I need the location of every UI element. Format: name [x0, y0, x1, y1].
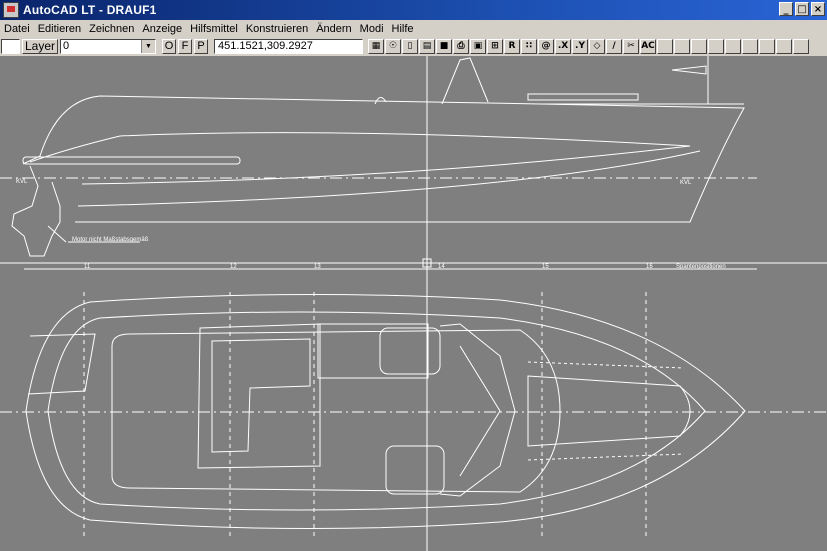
- plan-windshield: [439, 323, 516, 497]
- snap-icon[interactable]: ☉: [385, 39, 401, 54]
- empty-toolbar-slot[interactable]: [691, 39, 707, 54]
- side-flag: [671, 65, 707, 75]
- title-bar: AutoCAD LT - DRAUF1 _ □ ×: [0, 0, 827, 20]
- kvl-label-right: KVL: [680, 180, 692, 186]
- paper-button[interactable]: P: [194, 39, 208, 54]
- regen-icon[interactable]: R: [504, 39, 520, 54]
- station-label-13: 13: [314, 264, 321, 270]
- zoom-icon[interactable]: ⊞: [487, 39, 503, 54]
- open-file-icon[interactable]: ▤: [419, 39, 435, 54]
- menu-anzeige[interactable]: Anzeige: [138, 23, 186, 35]
- side-railing: [527, 93, 639, 101]
- object-properties-toolbar: Layer 0 ▼ O F P 451.1521,309.2927 ▦ ☉ ▯ ▤ ■ ⎙…: [0, 37, 827, 57]
- x-filter-icon[interactable]: .X: [555, 39, 571, 54]
- window-title: AutoCAD LT - DRAUF1: [23, 3, 157, 17]
- menu-datei[interactable]: Datei: [0, 23, 34, 35]
- plan-seat-upper: [379, 327, 441, 375]
- station-label-15: 15: [542, 264, 549, 270]
- new-file-icon[interactable]: ▯: [402, 39, 418, 54]
- edit-icon[interactable]: ∕: [606, 39, 622, 54]
- menu-hilfe[interactable]: Hilfe: [388, 23, 418, 35]
- menu-konstruieren[interactable]: Konstruieren: [242, 23, 312, 35]
- plan-foredeck-planking: [527, 375, 691, 447]
- plan-cockpit-outline: [111, 329, 561, 493]
- empty-toolbar-slot[interactable]: [674, 39, 690, 54]
- chevron-down-icon[interactable]: ▼: [141, 40, 155, 53]
- station-title: Spantenpositionen: [676, 264, 726, 270]
- menu-hilfsmittel[interactable]: Hilfsmittel: [186, 23, 242, 35]
- station-label-12: 12: [230, 264, 237, 270]
- maximize-button[interactable]: □: [795, 2, 809, 16]
- empty-toolbar-slot[interactable]: [725, 39, 741, 54]
- print-icon[interactable]: ⎙: [453, 39, 469, 54]
- color-swatch[interactable]: [1, 39, 20, 54]
- plan-swim-platform: [27, 333, 96, 395]
- plan-hull-outline: [25, 293, 746, 530]
- menu-editieren[interactable]: Editieren: [34, 23, 85, 35]
- drawing-area[interactable]: KVL KVL Motor nicht Maßstabsgemäß 11 12 …: [0, 56, 827, 551]
- fill-button[interactable]: F: [178, 39, 192, 54]
- point-icon[interactable]: @: [538, 39, 554, 54]
- menu-zeichnen[interactable]: Zeichnen: [85, 23, 138, 35]
- ortho-button[interactable]: O: [162, 39, 176, 54]
- window-controls: _ □ ×: [779, 2, 825, 16]
- y-filter-icon[interactable]: .Y: [572, 39, 588, 54]
- empty-toolbar-slot[interactable]: [708, 39, 724, 54]
- coordinate-display: 451.1521,309.2927: [214, 39, 363, 54]
- empty-toolbar-slot[interactable]: [657, 39, 673, 54]
- plan-deck-edge: [47, 311, 706, 511]
- station-label-11: 11: [84, 264, 91, 270]
- redraw-icon[interactable]: ▣: [470, 39, 486, 54]
- empty-toolbar-slot[interactable]: [759, 39, 775, 54]
- drawing-canvas[interactable]: KVL KVL Motor nicht Maßstabsgemäß 11 12 …: [0, 56, 827, 551]
- station-label-14: 14: [438, 264, 445, 270]
- layer-select[interactable]: 0 ▼: [60, 39, 156, 54]
- empty-toolbar-slot[interactable]: [776, 39, 792, 54]
- menu-modi[interactable]: Modi: [356, 23, 388, 35]
- save-icon[interactable]: ■: [436, 39, 452, 54]
- empty-toolbar-slot[interactable]: [742, 39, 758, 54]
- side-windshield: [441, 57, 489, 105]
- autocad-app-icon[interactable]: [3, 2, 19, 18]
- station-lines: [83, 292, 647, 536]
- close-button[interactable]: ×: [811, 2, 825, 16]
- text-icon[interactable]: AC: [640, 39, 656, 54]
- motor-note: Motor nicht Maßstabsgemäß: [72, 237, 149, 243]
- station-label-16: 16: [646, 264, 653, 270]
- plan-bench: [211, 338, 311, 453]
- snap-grid-icon[interactable]: ∷: [521, 39, 537, 54]
- plan-bow-v: [459, 345, 501, 477]
- side-hull-outline: [22, 95, 745, 223]
- scissors-icon[interactable]: ✂: [623, 39, 639, 54]
- menu-bar: Datei Editieren Zeichnen Anzeige Hilfsmi…: [0, 20, 827, 37]
- plan-seat-lower: [385, 445, 445, 495]
- layer-button[interactable]: Layer: [22, 39, 58, 54]
- plan-rear-seat: [197, 323, 321, 469]
- grid-icon[interactable]: ▦: [368, 39, 384, 54]
- erase-icon[interactable]: ◇: [589, 39, 605, 54]
- layer-select-value: 0: [63, 40, 70, 52]
- empty-toolbar-slot[interactable]: [793, 39, 809, 54]
- menu-aendern[interactable]: Ändern: [312, 23, 355, 35]
- minimize-button[interactable]: _: [779, 2, 793, 16]
- side-rubrail: [22, 156, 241, 165]
- side-sheer-line: [29, 132, 691, 163]
- kvl-label-left: KVL: [16, 179, 28, 185]
